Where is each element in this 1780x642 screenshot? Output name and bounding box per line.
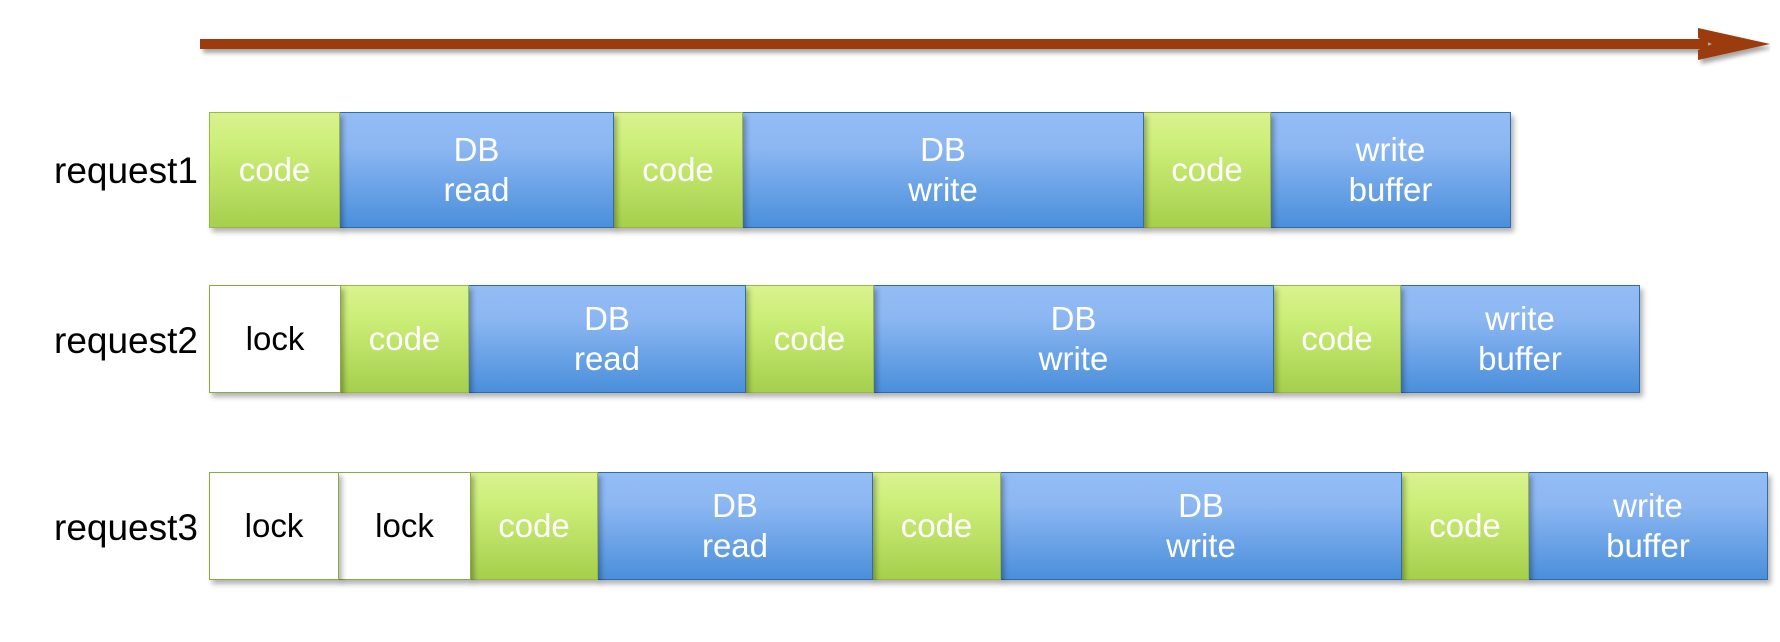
- block-label: lock: [375, 506, 434, 544]
- block-label: code: [368, 319, 441, 357]
- block-code[interactable]: code: [745, 285, 874, 393]
- block-label: write buffer: [1348, 130, 1433, 208]
- block-label: DB write: [1038, 299, 1109, 377]
- block-lock[interactable]: lock: [338, 472, 471, 580]
- block-code[interactable]: code: [1401, 472, 1529, 580]
- block-label: DB write: [1166, 486, 1236, 564]
- block-label: code: [900, 506, 973, 544]
- block-code[interactable]: code: [613, 112, 743, 228]
- block-label: write buffer: [1478, 299, 1562, 377]
- block-label: DB write: [908, 130, 978, 208]
- block-code[interactable]: code: [1273, 285, 1401, 393]
- block-label: code: [773, 319, 846, 357]
- block-lock[interactable]: lock: [209, 285, 341, 393]
- block-db-write[interactable]: DB write: [1000, 472, 1402, 580]
- block-db-write[interactable]: DB write: [873, 285, 1274, 393]
- block-code[interactable]: code: [340, 285, 469, 393]
- block-label: lock: [245, 319, 305, 357]
- block-label: lock: [244, 506, 304, 544]
- block-label: code: [1171, 150, 1243, 188]
- block-label: write buffer: [1606, 486, 1690, 564]
- request-row-3: lock lock code DB read code DB write code write bu…: [209, 472, 1768, 580]
- block-code[interactable]: code: [470, 472, 598, 580]
- block-label: DB read: [443, 130, 510, 208]
- diagram-canvas: request1 code DB read code DB write code write bu…: [0, 0, 1780, 642]
- block-label: code: [642, 150, 714, 188]
- request-row-2: lock code DB read code DB write code write buffer: [209, 285, 1640, 393]
- block-db-read[interactable]: DB read: [597, 472, 873, 580]
- block-lock[interactable]: lock: [209, 472, 339, 580]
- block-write-buffer[interactable]: write buffer: [1528, 472, 1768, 580]
- block-label: code: [1301, 319, 1373, 357]
- block-db-write[interactable]: DB write: [742, 112, 1144, 228]
- block-code[interactable]: code: [209, 112, 340, 228]
- block-label: code: [238, 150, 311, 188]
- block-label: DB read: [573, 299, 641, 377]
- block-db-read[interactable]: DB read: [339, 112, 614, 228]
- block-write-buffer[interactable]: write buffer: [1270, 112, 1511, 228]
- row-label-request2: request2: [54, 320, 198, 361]
- block-label: DB read: [701, 486, 769, 564]
- block-label: code: [1429, 506, 1501, 544]
- time-arrow: [200, 24, 1770, 68]
- block-db-read[interactable]: DB read: [468, 285, 746, 393]
- block-code[interactable]: code: [1143, 112, 1271, 228]
- block-label: code: [498, 506, 570, 544]
- block-code[interactable]: code: [872, 472, 1001, 580]
- row-label-request1: request1: [54, 150, 198, 191]
- block-write-buffer[interactable]: write buffer: [1400, 285, 1640, 393]
- request-row-1: code DB read code DB write code write buffer: [209, 112, 1511, 228]
- row-label-request3: request3: [54, 507, 198, 548]
